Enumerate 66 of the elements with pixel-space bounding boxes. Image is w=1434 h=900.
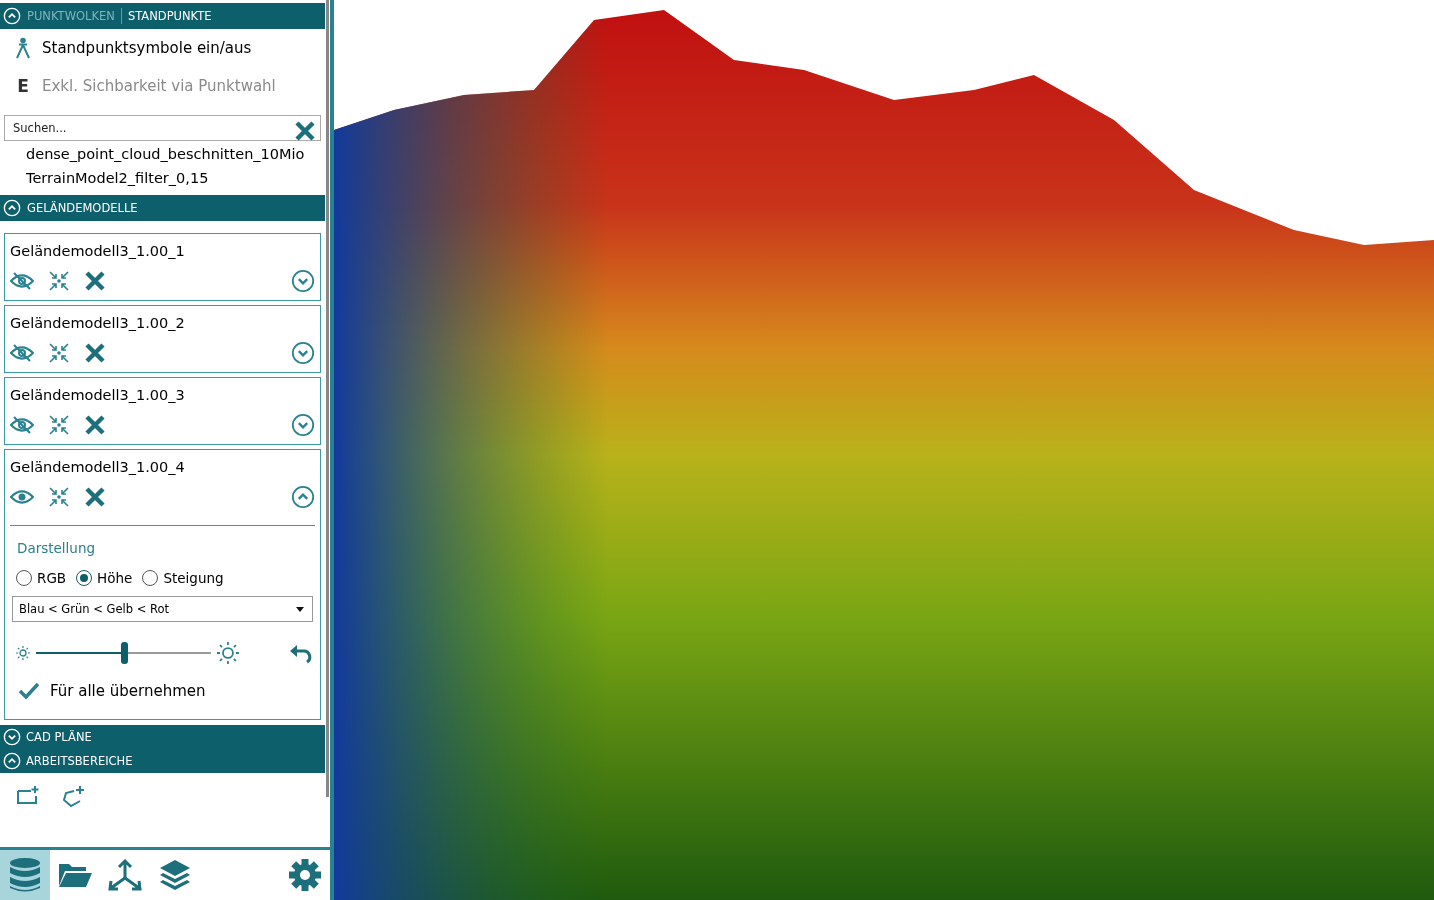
panel-tab[interactable]: STANDPUNKTE: [127, 9, 212, 23]
tripod-icon: [14, 37, 32, 59]
section-toggle-icon[interactable]: [3, 752, 21, 770]
delete-button[interactable]: [84, 486, 106, 508]
clear-search-button[interactable]: [294, 120, 316, 142]
expand-button[interactable]: [291, 341, 315, 365]
eye-slash-icon: [10, 271, 34, 291]
delete-button[interactable]: [84, 342, 106, 364]
axes-icon: [107, 858, 143, 892]
converge-arrows-icon: [48, 486, 70, 508]
delete-icon: [84, 414, 106, 436]
check-icon: [18, 682, 40, 700]
nav-tab[interactable]: [0, 850, 50, 900]
converge-arrows-icon: [48, 414, 70, 436]
delete-button[interactable]: [84, 414, 106, 436]
model-name: Geländemodell3_1.00_2: [10, 315, 186, 331]
section-label: Darstellung: [17, 540, 97, 556]
letter-icon: E: [14, 76, 32, 96]
search-field[interactable]: Suchen...: [4, 115, 321, 141]
eye-icon: [10, 489, 34, 505]
settings-icon: [288, 858, 322, 892]
add-polygon-button[interactable]: [62, 785, 86, 809]
section-title: CAD PLÄNE: [26, 730, 92, 744]
zoom-to-button[interactable]: [48, 414, 70, 436]
apply-all-checkbox[interactable]: Für alle übernehmen: [18, 682, 206, 700]
zoom-to-button[interactable]: [48, 486, 70, 508]
visibility-button[interactable]: [10, 343, 34, 363]
converge-arrows-icon: [48, 342, 70, 364]
zoom-to-button[interactable]: [48, 270, 70, 292]
delete-button[interactable]: [84, 270, 106, 292]
expand-button[interactable]: [291, 269, 315, 293]
delete-icon: [84, 486, 106, 508]
palette-dropdown[interactable]: Blau < Grün < Gelb < Rot: [12, 596, 313, 622]
clear-icon: [294, 120, 316, 142]
eye-slash-icon: [10, 343, 34, 363]
bright-sun-icon: [217, 642, 240, 664]
collapse-icon[interactable]: [3, 199, 21, 217]
visibility-button[interactable]: [10, 271, 34, 291]
visibility-button[interactable]: [10, 489, 34, 505]
model-name: Geländemodell3_1.00_4: [10, 459, 186, 475]
point-cloud-item[interactable]: dense_point_cloud_beschnitten_10Mio: [0, 141, 325, 165]
visibility-button[interactable]: [10, 415, 34, 435]
section-title: GELÄNDEMODELLE: [27, 201, 138, 215]
reset-button[interactable]: [289, 642, 313, 664]
dim-sun-icon: [16, 646, 30, 660]
section-title: ARBEITSBEREICHE: [26, 754, 133, 768]
radio-option[interactable]: Steigung: [142, 570, 224, 586]
radio-option[interactable]: RGB: [16, 570, 67, 586]
converge-arrows-icon: [48, 270, 70, 292]
layers-icon: [158, 858, 192, 892]
model-name: Geländemodell3_1.00_1: [10, 243, 186, 259]
zoom-to-button[interactable]: [48, 342, 70, 364]
database-icon: [8, 857, 42, 893]
expand-button[interactable]: [291, 413, 315, 437]
point-cloud-item[interactable]: TerrainModel2_filter_0,15: [0, 165, 325, 189]
model-name: Geländemodell3_1.00_3: [10, 387, 186, 403]
option-label[interactable]: Standpunktsymbole ein/aus: [42, 39, 252, 57]
expand-button[interactable]: [291, 485, 315, 509]
radio-option[interactable]: Höhe: [76, 570, 133, 586]
dropdown-caret-icon: [296, 606, 304, 612]
collapse-icon[interactable]: [3, 7, 21, 25]
delete-icon: [84, 342, 106, 364]
delete-icon: [84, 270, 106, 292]
folder-icon: [57, 862, 93, 888]
eye-slash-icon: [10, 415, 34, 435]
section-toggle-icon[interactable]: [3, 728, 21, 746]
